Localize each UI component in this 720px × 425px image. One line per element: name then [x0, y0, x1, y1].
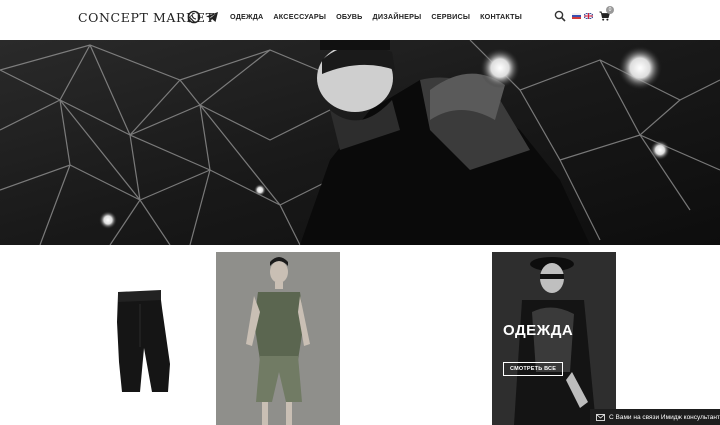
view-all-button[interactable]: СМОТРЕТЬ ВСЕ — [503, 362, 564, 376]
category-title: ОДЕЖДА — [503, 322, 574, 339]
pants-image — [117, 290, 170, 392]
nav-item-contacts[interactable]: КОНТАКТЫ — [480, 12, 522, 21]
hero-image — [0, 40, 720, 245]
nav-item-accessories[interactable]: АКСЕССУАРЫ — [273, 12, 326, 21]
hero-slider[interactable] — [0, 40, 720, 245]
chat-widget[interactable]: С Вами на связи Имидж консультант — [590, 409, 720, 425]
product-image-pants[interactable] — [100, 252, 210, 425]
nav-item-clothing[interactable]: ОДЕЖДА — [230, 12, 263, 21]
model-image — [216, 252, 340, 425]
en-flag-icon[interactable] — [584, 13, 593, 19]
main-nav: ОДЕЖДА АКСЕССУАРЫ ОБУВЬ ДИЗАЙНЕРЫ СЕРВИС… — [230, 12, 522, 21]
whatsapp-icon[interactable] — [187, 10, 201, 24]
nav-item-services[interactable]: СЕРВИСЫ — [431, 12, 470, 21]
cart-count-badge: 0 — [606, 6, 614, 14]
search-icon[interactable] — [554, 10, 566, 22]
ru-flag-icon[interactable] — [572, 13, 581, 19]
telegram-icon[interactable] — [205, 10, 219, 24]
site-header: CONCEPT MARKET ОДЕЖДА АКСЕССУАРЫ ОБУВЬ Д… — [0, 0, 720, 38]
nav-item-shoes[interactable]: ОБУВЬ — [336, 12, 362, 21]
nav-item-designers[interactable]: ДИЗАЙНЕРЫ — [373, 12, 422, 21]
mail-icon — [596, 413, 605, 421]
product-image-model[interactable] — [216, 252, 340, 425]
chat-label: С Вами на связи Имидж консультант — [609, 413, 720, 421]
category-banner-clothing[interactable]: ОДЕЖДА СМОТРЕТЬ ВСЕ — [492, 252, 616, 425]
